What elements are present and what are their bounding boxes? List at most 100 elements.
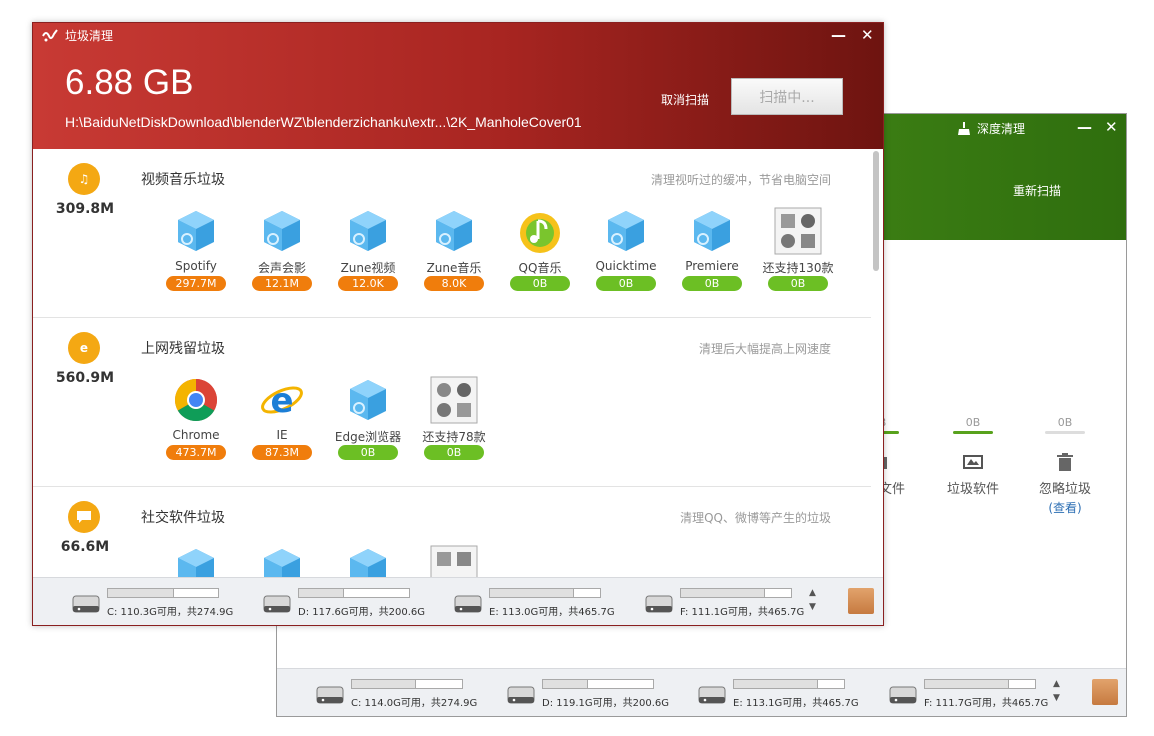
item-size-badge: 297.7M — [166, 276, 226, 291]
quicktime-cube-icon — [602, 207, 650, 255]
item-edge[interactable]: Edge浏览器 0B — [325, 376, 411, 460]
chat-bubble-icon — [68, 501, 100, 533]
toolbox-icon[interactable] — [1092, 679, 1118, 705]
section-description: 清理QQ、微博等产生的垃圾 — [680, 511, 831, 525]
drive-d: D: 119.1G可用，共200.6G — [506, 677, 691, 709]
hard-drive-icon — [316, 686, 344, 704]
item-size-badge: 0B — [510, 276, 570, 291]
drive-info: C: 114.0G可用，共274.9G — [351, 698, 478, 709]
trash-icon — [1023, 450, 1107, 474]
item-more-browsers[interactable]: 还支持78款 0B — [411, 376, 497, 460]
item-name: Edge浏览器 — [334, 430, 402, 444]
svg-text:e: e — [270, 381, 293, 421]
rescan-button[interactable]: 重新扫描 — [1013, 182, 1061, 199]
item-more-apps[interactable]: 还支持130款 0B — [755, 207, 841, 291]
app-cube-icon — [258, 545, 306, 579]
section-total: 560.9M — [55, 370, 115, 386]
section-items: Chrome 473.7M e IE 87.3M Edge浏览器 0B 还支持7… — [153, 376, 497, 460]
cancel-scan-button[interactable]: 取消扫描 — [661, 91, 709, 108]
drive-usage-bar — [107, 588, 219, 598]
item-size-badge: 87.3M — [252, 445, 312, 460]
results-scrollbar[interactable] — [873, 151, 879, 271]
edge-cube-icon — [344, 376, 392, 424]
item-size-badge: 0B — [424, 445, 484, 460]
item-name: Chrome — [172, 428, 220, 442]
section-total: 309.8M — [55, 201, 115, 217]
section-total: 66.6M — [60, 539, 110, 555]
drive-info: D: 117.6G可用，共200.6G — [298, 607, 426, 618]
junk-clean-header: 垃圾清理 — ✕ 6.88 GB H:\BaiduNetDiskDownload… — [33, 23, 883, 149]
category-label: 忽略垃圾 — [1038, 482, 1091, 497]
toolbox-icon[interactable] — [848, 588, 874, 614]
drive-info: E: 113.1G可用，共465.7G — [733, 698, 859, 709]
drive-usage-bar — [298, 588, 410, 598]
corel-video-cube-icon — [258, 207, 306, 255]
spotify-cube-icon — [172, 207, 220, 255]
premiere-cube-icon — [688, 207, 736, 255]
item-size-badge: 0B — [768, 276, 828, 291]
drive-scroll-arrows[interactable]: ▲ ▼ — [1053, 677, 1060, 705]
drive-info: F: 111.7G可用，共465.7G — [924, 698, 1049, 709]
drive-info: C: 110.3G可用，共274.9G — [107, 607, 234, 618]
drive-usage-bar — [542, 679, 654, 689]
item-size-badge: 0B — [682, 276, 742, 291]
music-note-icon: ♫ — [68, 163, 100, 195]
scanning-button[interactable]: 扫描中... — [731, 78, 843, 115]
category-bar — [953, 431, 993, 434]
drive-info: D: 119.1G可用，共200.6G — [542, 698, 670, 709]
item-name: Zune视频 — [340, 261, 396, 275]
item-qq-music[interactable]: QQ音乐 0B — [497, 207, 583, 291]
item-corel-video[interactable]: 会声会影 12.1M — [239, 207, 325, 291]
section-title: 社交软件垃圾 — [141, 510, 225, 526]
item-zune-music[interactable]: Zune音乐 8.0K — [411, 207, 497, 291]
more-apps-grid-icon — [430, 545, 478, 579]
category-bar — [1045, 431, 1085, 434]
deep-clean-title-bar: 深度清理 — [957, 120, 1025, 137]
minimize-button[interactable]: — — [831, 26, 846, 44]
drive-usage-bar — [351, 679, 463, 689]
item-name: 还支持130款 — [762, 261, 834, 275]
drive-scroll-arrows[interactable]: ▲ ▼ — [809, 586, 816, 614]
item-social-2[interactable] — [239, 545, 325, 579]
drives-footer: C: 110.3G可用，共274.9G D: 117.6G可用，共200.6G … — [33, 577, 883, 625]
category-junk-software[interactable]: 0B 垃圾软件 — [931, 416, 1015, 497]
section-title: 上网残留垃圾 — [141, 341, 225, 357]
more-apps-grid-icon — [774, 207, 822, 255]
app-logo-icon — [42, 28, 58, 41]
item-social-1[interactable] — [153, 545, 239, 579]
drive-c: C: 114.0G可用，共274.9G — [315, 677, 500, 709]
chrome-icon — [172, 376, 220, 424]
section-video-music: ♫ 309.8M 视频音乐垃圾 清理视听过的缓冲，节省电脑空间 Spotify … — [33, 149, 871, 318]
hard-drive-icon — [454, 595, 482, 613]
drive-usage-bar — [489, 588, 601, 598]
minimize-button[interactable]: — — [1077, 118, 1092, 136]
item-name: Premiere — [685, 259, 739, 273]
item-name: 会声会影 — [257, 261, 306, 275]
section-title: 视频音乐垃圾 — [141, 172, 225, 188]
item-name: IE — [276, 428, 288, 442]
category-ignored-junk[interactable]: 0B 忽略垃圾 (查看) — [1023, 416, 1107, 516]
item-chrome[interactable]: Chrome 473.7M — [153, 376, 239, 460]
item-size-badge: 473.7M — [166, 445, 226, 460]
close-button[interactable]: ✕ — [861, 26, 874, 44]
item-name: QQ音乐 — [518, 261, 562, 275]
ie-logo-icon: e — [68, 332, 100, 364]
item-name: Zune音乐 — [426, 261, 482, 275]
drive-e: E: 113.1G可用，共465.7G — [697, 677, 882, 709]
junk-software-icon — [931, 450, 1015, 474]
total-junk-size: 6.88 GB — [65, 63, 194, 102]
item-spotify[interactable]: Spotify 297.7M — [153, 207, 239, 291]
internet-explorer-icon: e — [258, 376, 306, 424]
view-ignored-link[interactable]: (查看) — [1023, 499, 1107, 516]
broom-icon — [958, 121, 970, 135]
item-ie[interactable]: e IE 87.3M — [239, 376, 325, 460]
item-size-badge: 12.0K — [338, 276, 398, 291]
item-size-badge: 12.1M — [252, 276, 312, 291]
item-social-more[interactable] — [411, 545, 497, 579]
item-premiere[interactable]: Premiere 0B — [669, 207, 755, 291]
item-social-3[interactable] — [325, 545, 411, 579]
item-name: Quicktime — [595, 259, 657, 273]
item-quicktime[interactable]: Quicktime 0B — [583, 207, 669, 291]
close-button[interactable]: ✕ — [1105, 118, 1118, 136]
item-zune-video[interactable]: Zune视频 12.0K — [325, 207, 411, 291]
